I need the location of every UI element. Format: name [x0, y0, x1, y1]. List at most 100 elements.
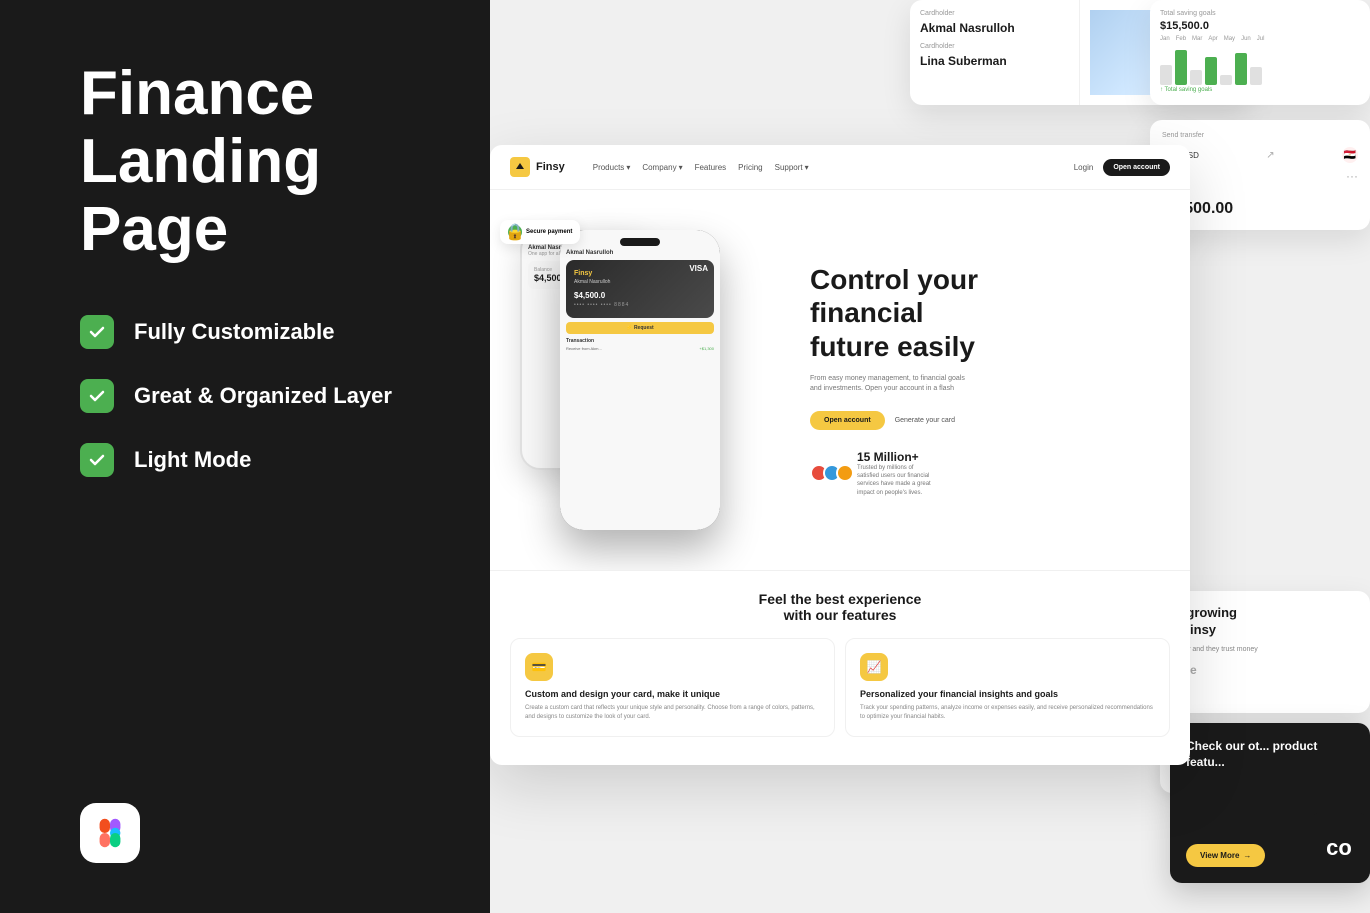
- hero-phone-area: 9:41 Akmal Nasrulloh One app for all Bal…: [490, 190, 790, 570]
- view-more-button[interactable]: View More →: [1186, 844, 1265, 867]
- bar-feb: [1175, 50, 1187, 85]
- ai-logo: ∿ Ai: [1164, 681, 1356, 695]
- preview-hero: 9:41 Akmal Nasrulloh One app for all Bal…: [490, 190, 1190, 570]
- nav-company[interactable]: Company ▾: [642, 163, 682, 172]
- main-title: Finance Landing Page: [80, 60, 440, 265]
- preview-features: Feel the best experience with our featur…: [490, 570, 1190, 757]
- hero-stats: 15 Million+ Trusted by millions of satis…: [810, 450, 1170, 498]
- stat-label: Trusted by millions of satisfied users o…: [857, 464, 937, 498]
- feature-card-icon-2: 📈: [860, 653, 888, 681]
- co-badge: co: [1308, 813, 1370, 883]
- floating-badge: 🔒 Secure payment: [500, 220, 580, 244]
- feature-card-desc-1: Create a custom card that reflects your …: [525, 704, 820, 722]
- logo-icon: [510, 157, 530, 177]
- cardholder-label-1: Cardholder: [920, 10, 1069, 17]
- secure-label: Secure payment: [526, 229, 572, 235]
- recipient-row: CUiCK ···: [1162, 169, 1358, 183]
- left-panel: Finance Landing Page Fully Customizable …: [0, 0, 490, 913]
- feature-label-1: Fully Customizable: [134, 319, 334, 345]
- feature-card-title-2: Personalized your financial insights and…: [860, 689, 1155, 699]
- check-icon-1: [88, 323, 106, 341]
- avatar-group: [810, 464, 849, 482]
- more-dots-icon: ···: [1346, 169, 1358, 183]
- partner-logos: stripe ∿ Ai: [1164, 663, 1356, 695]
- feature-card-2: 📈 Personalized your financial insights a…: [845, 638, 1170, 737]
- nav-links: Products ▾ Company ▾ Features Pricing Su…: [593, 163, 809, 172]
- nav-pricing[interactable]: Pricing: [738, 163, 762, 172]
- features-list: Fully Customizable Great & Organized Lay…: [80, 315, 440, 477]
- card-number: •••• •••• •••• 8884: [574, 302, 706, 308]
- title-line2: Landing Page: [80, 127, 321, 264]
- nav-logo-text: Finsy: [536, 161, 565, 173]
- cardholder-name-2: Lina Suberman: [920, 54, 1069, 68]
- hero-buttons: Open account Generate your card: [810, 411, 1170, 430]
- avatar-3: [836, 464, 854, 482]
- chart-amount: $15,500.0: [1160, 20, 1360, 32]
- feature-card-icon-1: 💳: [525, 653, 553, 681]
- figma-badge: [80, 803, 140, 863]
- feature-label-3: Light Mode: [134, 447, 251, 473]
- transfer-amount: $1,500.00: [1162, 200, 1358, 218]
- request-btn[interactable]: ⚡ Request: [566, 322, 714, 334]
- growing-text: est growing se Finsy: [1164, 605, 1356, 639]
- nav-logo: Finsy: [510, 157, 565, 177]
- hero-text: Control your financial future easily Fro…: [790, 190, 1190, 570]
- feature-label-2: Great & Organized Layer: [134, 383, 392, 409]
- check-badge-3: [80, 443, 114, 477]
- title-line1: Finance: [80, 59, 314, 128]
- features-heading: Feel the best experience with our featur…: [510, 591, 1170, 623]
- card-holder-name: Akmal Nasrulloh: [574, 279, 706, 285]
- generate-card-button[interactable]: Generate your card: [895, 417, 955, 424]
- cardholder-label-2: Cardholder: [920, 43, 1069, 50]
- feature-card-1: 💳 Custom and design your card, make it u…: [510, 638, 835, 737]
- bar-jan: [1160, 65, 1172, 85]
- chart-bars: [1160, 45, 1360, 85]
- phone-card: VISA Finsy Akmal Nasrulloh $4,500.0 ••••…: [566, 260, 714, 318]
- secure-icon: 🔒: [508, 225, 522, 239]
- transfer-arrow: ↗: [1266, 150, 1274, 161]
- feature-cards: 💳 Custom and design your card, make it u…: [510, 638, 1170, 737]
- transaction-item-1: Receive from Akm... +$1,300: [566, 346, 714, 351]
- nav-login[interactable]: Login: [1074, 163, 1094, 172]
- logo-bird: [514, 161, 526, 173]
- phone-actions: ⚡ Request: [566, 322, 714, 334]
- bar-apr: [1205, 57, 1217, 85]
- transfer-row: 🇺🇸 USD ↗ 🇪🇬: [1162, 147, 1358, 163]
- growing-sub: ng Finsy and they trust money: [1164, 645, 1356, 655]
- nav-support[interactable]: Support ▾: [775, 163, 809, 172]
- nav-cta-button[interactable]: Open account: [1103, 159, 1170, 176]
- feature-card-desc-2: Track your spending patterns, analyze in…: [860, 704, 1155, 722]
- chart-tag: ↑ Total saving goals: [1160, 87, 1360, 93]
- nav-products[interactable]: Products ▾: [593, 163, 631, 172]
- phone-notch: [620, 238, 660, 246]
- bar-jun: [1235, 53, 1247, 85]
- hero-headline: Control your financial future easily: [810, 263, 1170, 364]
- stripe-logo: stripe: [1164, 663, 1356, 677]
- amount-label: Amount: [1162, 189, 1358, 198]
- right-panel: Cardholder Akmal Nasrulloh Cardholder Li…: [490, 0, 1370, 913]
- feature-item-2: Great & Organized Layer: [80, 379, 440, 413]
- check-icon-2: [88, 387, 106, 405]
- bar-jul: [1250, 67, 1262, 85]
- bar-mar: [1190, 70, 1202, 85]
- stat-block: 15 Million+ Trusted by millions of satis…: [857, 450, 937, 498]
- check-badge-2: [80, 379, 114, 413]
- open-account-button[interactable]: Open account: [810, 411, 885, 430]
- feature-item-1: Fully Customizable: [80, 315, 440, 349]
- chart-card: Total saving goals $15,500.0 JanFebMarAp…: [1150, 0, 1370, 105]
- card-brand: Finsy: [574, 270, 706, 277]
- to-currency: 🇪🇬: [1342, 147, 1358, 163]
- phone-username: Akmal Nasrulloh: [566, 250, 714, 256]
- phone-content: Akmal Nasrulloh VISA Finsy Akmal Nasrull…: [566, 250, 714, 351]
- transaction-label: Transaction: [566, 338, 714, 344]
- feature-item-3: Light Mode: [80, 443, 440, 477]
- card-visa-label: VISA: [689, 264, 708, 273]
- check-icon-3: [88, 451, 106, 469]
- transfer-label: Send transfer: [1162, 132, 1358, 139]
- cardholder-2-section: Cardholder Lina Suberman: [920, 43, 1069, 68]
- nav-features[interactable]: Features: [695, 163, 727, 172]
- cardholder-left: Cardholder Akmal Nasrulloh Cardholder Li…: [910, 0, 1080, 105]
- hero-subtext: From easy money management, to financial…: [810, 374, 970, 395]
- preview-nav: Finsy Products ▾ Company ▾ Features Pric…: [490, 145, 1190, 190]
- stat-count: 15 Million+: [857, 450, 937, 464]
